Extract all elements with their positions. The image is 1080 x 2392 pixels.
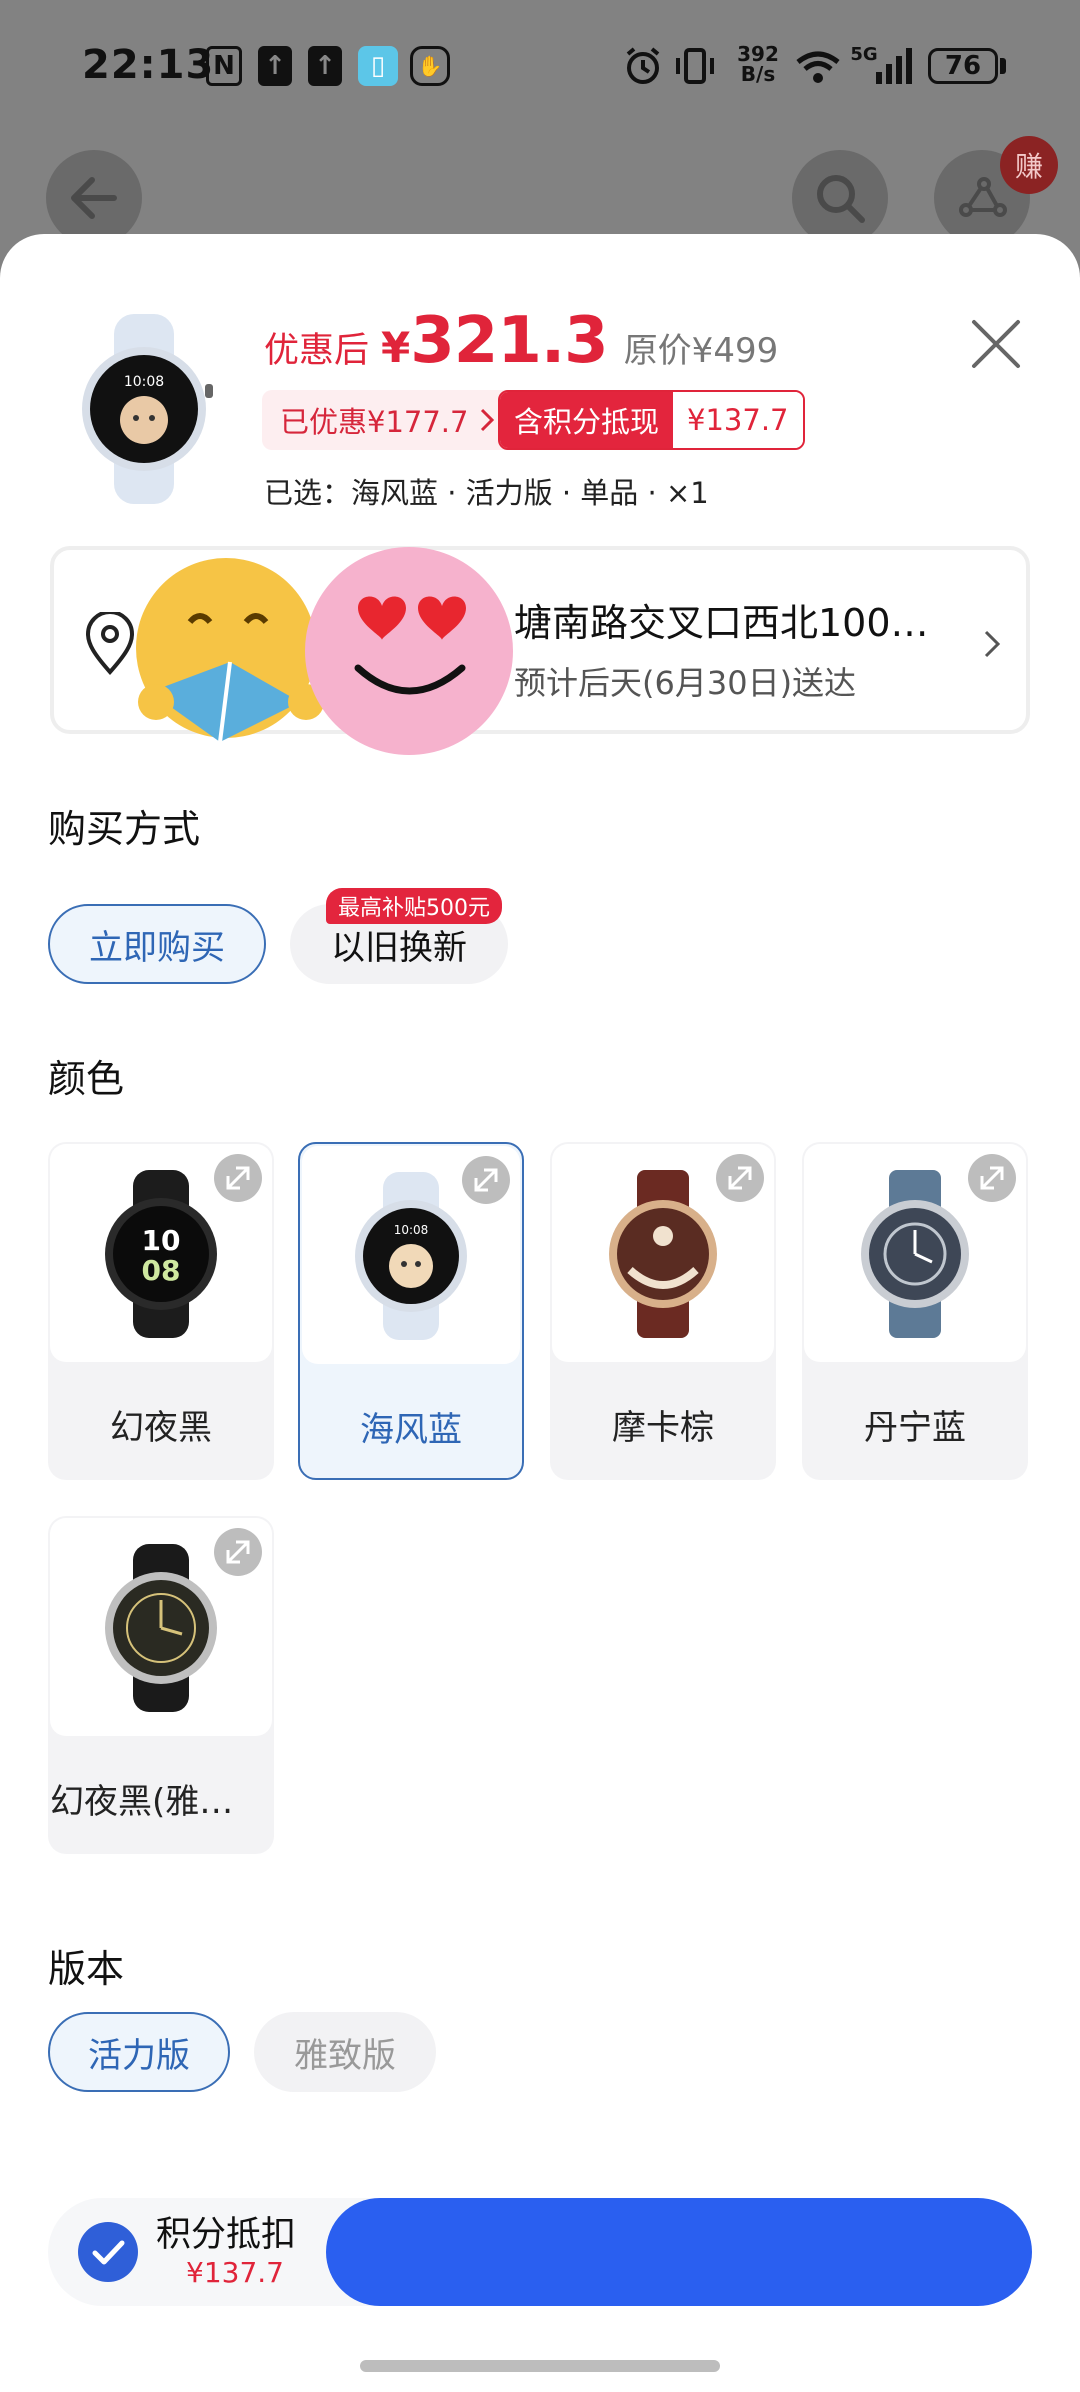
color-option-4[interactable]: 幻夜黑(雅…: [48, 1516, 274, 1854]
color-option-3[interactable]: 丹宁蓝: [802, 1142, 1028, 1480]
color-image-area: [804, 1144, 1026, 1362]
share-icon: [959, 177, 1007, 217]
location-pin-icon: [85, 612, 135, 676]
status-time: 22:13: [82, 42, 215, 88]
confirm-buy-button[interactable]: [326, 2198, 1032, 2306]
original-price: 原价¥499: [623, 331, 779, 371]
svg-text:10: 10: [142, 1224, 181, 1257]
points-deduction-label: 积分抵扣: [156, 2215, 297, 2255]
chevron-right-icon: [481, 408, 495, 432]
svg-text:10:08: 10:08: [124, 374, 164, 390]
net-speed-unit: B/s: [740, 62, 776, 86]
expand-icon[interactable]: [968, 1154, 1016, 1202]
color-name: 幻夜黑: [110, 1408, 212, 1448]
watch-image: [105, 1544, 217, 1712]
svg-text:08: 08: [142, 1254, 181, 1287]
final-price: 321.3: [410, 304, 608, 378]
reading-emoji-sticker: [136, 558, 324, 743]
heart-eyes-emoji-sticker: [305, 547, 513, 755]
svg-text:10:08: 10:08: [394, 1223, 429, 1237]
product-options-sheet: 10:08 优惠后 ¥ 321.3 原价¥499 已优惠¥177.7 含积分抵现…: [0, 234, 1080, 2392]
vibrate-icon: [676, 48, 714, 84]
search-icon: [817, 175, 865, 223]
expand-icon[interactable]: [716, 1154, 764, 1202]
color-section-title: 颜色: [48, 1057, 125, 1101]
product-thumbnail: 10:08: [82, 314, 213, 504]
purchase-method-title: 购买方式: [48, 807, 201, 851]
battery-icon: 76: [928, 48, 998, 84]
expand-icon[interactable]: [214, 1528, 262, 1576]
status-bar: 22:13 N ↑ ↑ ▯ ✋ 392 B/s 5G 76: [0, 0, 1080, 140]
net-speed: 392 B/s: [736, 44, 780, 84]
subsidy-tag: 最高补贴500元: [326, 888, 502, 924]
battery-tip: [1000, 58, 1006, 74]
color-name: 丹宁蓝: [864, 1408, 966, 1448]
points-chip-label: 含积分抵现: [500, 392, 674, 448]
price-line: 优惠后 ¥ 321.3 原价¥499: [264, 304, 778, 378]
net-speed-value: 392: [737, 42, 779, 66]
color-name: 海风蓝: [360, 1410, 462, 1450]
nfc-icon: N: [206, 46, 242, 86]
price-label: 优惠后: [264, 331, 370, 371]
color-image-area: [50, 1518, 272, 1736]
chevron-right-icon: [984, 630, 1001, 658]
watch-image: [861, 1170, 969, 1338]
expand-icon[interactable]: [214, 1154, 262, 1202]
watch-image: [609, 1170, 717, 1338]
color-image-area: 10:08: [302, 1146, 520, 1364]
color-option-2[interactable]: 摩卡棕: [550, 1142, 776, 1480]
check-icon: [92, 2240, 125, 2265]
watch-image: 10 08: [105, 1170, 217, 1338]
discount-chip-label: 已优惠¥177.7: [280, 405, 469, 439]
color-name: 摩卡棕: [612, 1408, 714, 1448]
watch-image: 10:08: [355, 1172, 467, 1340]
points-chip-value: ¥137.7: [673, 392, 803, 448]
points-checkbox[interactable]: [78, 2222, 138, 2282]
version-section-title: 版本: [48, 1947, 125, 1991]
color-image-area: [552, 1144, 774, 1362]
back-button[interactable]: [46, 150, 142, 246]
color-name: 幻夜黑(雅…: [50, 1782, 234, 1822]
selected-summary: 已选：海风蓝 · 活力版 · 单品 · ×1: [264, 476, 709, 510]
discount-chip[interactable]: 已优惠¥177.7: [262, 390, 515, 450]
color-image-area: 10 08: [50, 1144, 272, 1362]
book-app-icon: ▯: [358, 46, 398, 86]
version-option-elegant[interactable]: 雅致版: [254, 2012, 436, 2092]
points-chip: 含积分抵现 ¥137.7: [498, 390, 805, 450]
expand-icon[interactable]: [462, 1156, 510, 1204]
home-indicator[interactable]: [360, 2360, 720, 2372]
hand-icon: ✋: [410, 46, 450, 86]
upload-icon: ↑: [308, 46, 342, 86]
price-currency: ¥: [381, 323, 411, 372]
alarm-icon: [626, 47, 660, 84]
back-arrow-icon: [71, 177, 117, 219]
earn-badge: 赚: [1000, 136, 1058, 194]
search-button[interactable]: [792, 150, 888, 246]
color-option-0[interactable]: 10 08 幻夜黑: [48, 1142, 274, 1480]
signal-icon: [876, 48, 912, 84]
bottom-action-bar: 积分抵扣 ¥137.7: [48, 2198, 1032, 2306]
version-option-vitality[interactable]: 活力版: [48, 2012, 230, 2092]
delivery-estimate: 预计后天(6月30日)送达: [514, 664, 857, 702]
points-deduction-value: ¥137.7: [186, 2256, 284, 2289]
close-icon[interactable]: [966, 314, 1026, 374]
upload-icon: ↑: [258, 46, 292, 86]
buy-now-option[interactable]: 立即购买: [48, 904, 266, 984]
wifi-icon: [796, 51, 840, 83]
address-text: 塘南路交叉口西北100…: [514, 601, 929, 645]
color-option-1[interactable]: 10:08 海风蓝: [298, 1142, 524, 1480]
